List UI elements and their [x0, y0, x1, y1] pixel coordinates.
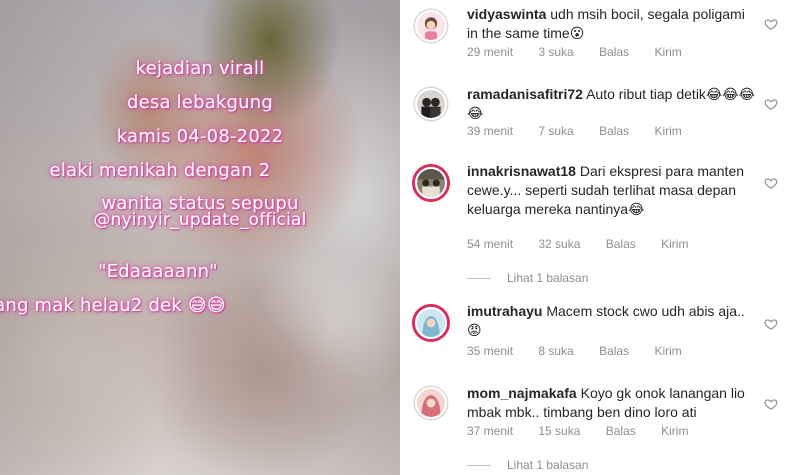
like-heart-icon[interactable]	[764, 317, 778, 331]
comment-likes[interactable]: 7 suka	[538, 124, 573, 138]
avatar-image	[417, 309, 445, 337]
comment-username[interactable]: ramadanisafitri72	[467, 86, 583, 102]
comment-meta: 35 menit 8 suka Balas Kirim	[467, 344, 704, 358]
like-heart-icon[interactable]	[764, 397, 778, 411]
comment-time[interactable]: 39 menit	[467, 124, 513, 138]
video-caption-7: "Edaaaaann"	[98, 261, 218, 282]
comment-likes[interactable]: 8 suka	[538, 344, 573, 358]
comments-panel: vidyaswinta udh msih bocil, segala polig…	[400, 0, 800, 475]
comment-username[interactable]: imutrahayu	[467, 303, 542, 319]
video-caption-4: elaki menikah dengan 2	[49, 160, 271, 181]
comment-time[interactable]: 35 menit	[467, 344, 513, 358]
comment-time[interactable]: 29 menit	[467, 45, 513, 59]
video-caption-3: kamis 04-08-2022	[116, 126, 284, 147]
comment-username[interactable]: innakrisnawat18	[467, 163, 576, 179]
comment-username[interactable]: mom_najmakafa	[467, 385, 577, 401]
comment-meta: 37 menit 15 suka Balas Kirim	[467, 424, 710, 438]
video-caption-8: ang mak helau2 dek 😅😅	[0, 295, 226, 316]
replies-divider	[467, 465, 491, 467]
send-button[interactable]: Kirim	[661, 237, 688, 251]
avatar[interactable]	[415, 10, 447, 42]
send-button[interactable]: Kirim	[661, 424, 688, 438]
reply-button[interactable]: Balas	[606, 424, 636, 438]
replies-divider	[467, 278, 491, 280]
avatar[interactable]	[415, 307, 447, 339]
comment-likes[interactable]: 15 suka	[538, 424, 580, 438]
like-heart-icon[interactable]	[764, 176, 778, 190]
video-caption-1: kejadian virall	[135, 58, 265, 79]
comment-body: mom_najmakafa Koyo gk onok lanangan lio …	[467, 384, 757, 422]
view-replies-link[interactable]: Lihat 1 balasan	[467, 271, 588, 285]
comment-likes[interactable]: 32 suka	[538, 237, 580, 251]
comment-time[interactable]: 37 menit	[467, 424, 513, 438]
reply-button[interactable]: Balas	[599, 45, 629, 59]
comment-likes[interactable]: 3 suka	[538, 45, 573, 59]
comment-time[interactable]: 54 menit	[467, 237, 513, 251]
comment-meta: 54 menit 32 suka Balas Kirim	[467, 237, 710, 251]
avatar[interactable]	[415, 387, 447, 419]
avatar-image	[417, 389, 445, 417]
like-heart-icon[interactable]	[764, 97, 778, 111]
reply-button[interactable]: Balas	[599, 124, 629, 138]
avatar[interactable]	[415, 167, 447, 199]
avatar-image	[417, 169, 445, 197]
view-replies-link[interactable]: Lihat 1 balasan	[467, 458, 588, 472]
like-heart-icon[interactable]	[764, 17, 778, 31]
comment-body: innakrisnawat18 Dari ekspresi para mante…	[467, 162, 757, 219]
avatar-image	[417, 90, 445, 118]
video-frame[interactable]: kejadian virall desa lebakgung kamis 04-…	[0, 0, 400, 475]
comment-body: vidyaswinta udh msih bocil, segala polig…	[467, 5, 757, 43]
send-button[interactable]: Kirim	[654, 45, 681, 59]
video-watermark: @nyinyir_update_official	[93, 210, 307, 230]
comment-body: imutrahayu Macem stock cwo udh abis aja.…	[467, 302, 757, 340]
comment-meta: 39 menit 7 suka Balas Kirim	[467, 124, 704, 138]
avatar-image	[417, 12, 445, 40]
reply-button[interactable]: Balas	[599, 344, 629, 358]
send-button[interactable]: Kirim	[654, 124, 681, 138]
comment-username[interactable]: vidyaswinta	[467, 6, 546, 22]
video-caption-2: desa lebakgung	[126, 92, 274, 113]
view-replies-label: Lihat 1 balasan	[507, 458, 589, 472]
comment-body: ramadanisafitri72 Auto ribut tiap detik😂…	[467, 85, 757, 123]
view-replies-label: Lihat 1 balasan	[507, 271, 589, 285]
reply-button[interactable]: Balas	[606, 237, 636, 251]
avatar[interactable]	[415, 88, 447, 120]
send-button[interactable]: Kirim	[654, 344, 681, 358]
comment-meta: 29 menit 3 suka Balas Kirim	[467, 45, 704, 59]
